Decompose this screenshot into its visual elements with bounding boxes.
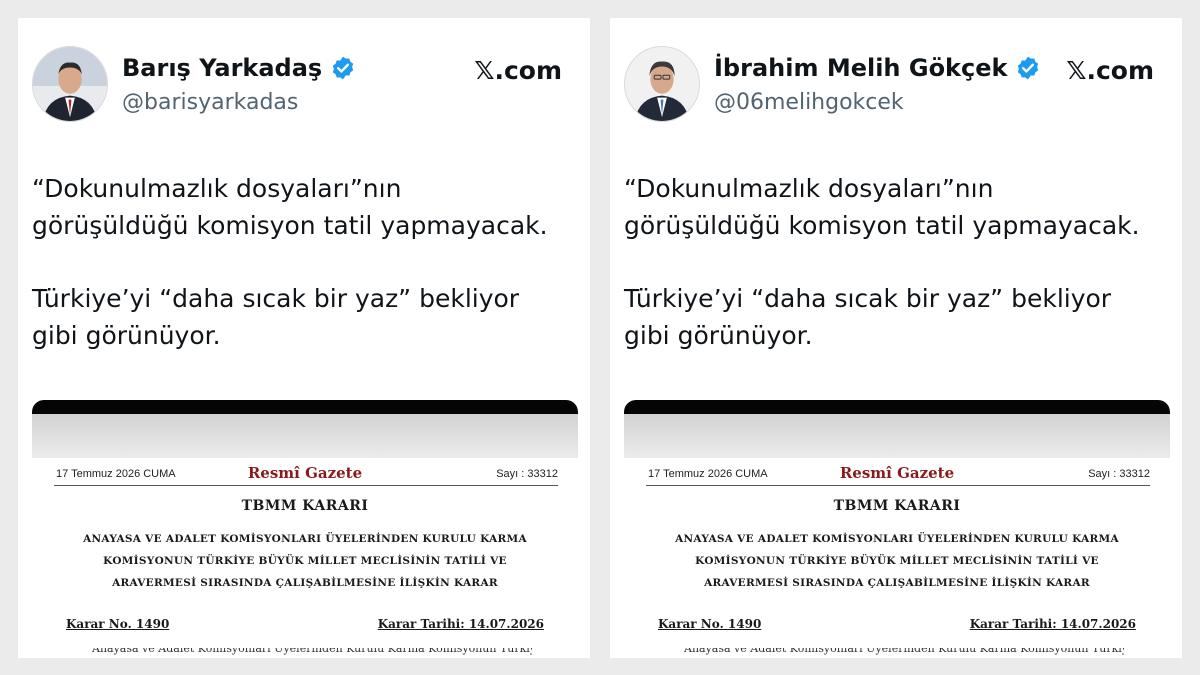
decision-date: Karar Tarihi: 14.07.2026 xyxy=(969,617,1136,631)
decision-body-cut: Anayasa ve Adalet Komisyonları Üyelerind… xyxy=(92,648,532,656)
avatar[interactable] xyxy=(32,46,108,122)
attached-gazette-image[interactable]: 17 Temmuz 2026 CUMA Resmî Gazete Sayı : … xyxy=(624,398,1170,658)
author-name[interactable]: İbrahim Melih Gökçek xyxy=(714,54,1007,82)
decision-subject-line: ARAVERMESİ SIRASINDA ÇALIŞABİLMESİNE İLİ… xyxy=(704,577,1090,589)
tweet-line: “Dokunulmazlık dosyaları”nın xyxy=(624,174,994,203)
avatar-photo xyxy=(33,47,107,121)
avatar-photo xyxy=(625,47,699,121)
tweet-text: “Dokunulmazlık dosyaları”nın görüşüldüğü… xyxy=(32,170,578,354)
decision-heading: TBMM KARARI xyxy=(241,498,369,514)
decision-body-cut: Anayasa ve Adalet Komisyonları Üyelerind… xyxy=(684,648,1124,656)
x-com-source-label: 𝕏.com xyxy=(1066,56,1154,85)
tweet-line: görüşüldüğü komisyon tatil yapmayacak. xyxy=(32,211,548,240)
gazette-rule xyxy=(646,485,1150,486)
image-top-bar xyxy=(624,400,1170,414)
tweet-card-right[interactable]: İbrahim Melih Gökçek @06melihgokcek 𝕏.co… xyxy=(610,18,1182,658)
gazette-page: 17 Temmuz 2026 CUMA Resmî Gazete Sayı : … xyxy=(624,458,1170,658)
avatar[interactable] xyxy=(624,46,700,122)
image-shade xyxy=(624,414,1170,458)
verified-badge-icon xyxy=(1015,55,1041,81)
tweet-line: Türkiye’yi “daha sıcak bir yaz” bekliyor xyxy=(32,284,520,313)
image-top-bar xyxy=(32,400,578,414)
tweet-card-left[interactable]: Barış Yarkadaş @barisyarkadas 𝕏.com “Dok… xyxy=(18,18,590,658)
gazette-rule xyxy=(54,485,558,486)
decision-number: Karar No. 1490 xyxy=(66,617,170,631)
tweet-line: “Dokunulmazlık dosyaları”nın xyxy=(32,174,402,203)
tweet-line: gibi görünüyor. xyxy=(624,321,813,350)
x-com-source-label: 𝕏.com xyxy=(474,56,562,85)
tweet-text: “Dokunulmazlık dosyaları”nın görüşüldüğü… xyxy=(624,170,1170,354)
attached-gazette-image[interactable]: 17 Temmuz 2026 CUMA Resmî Gazete Sayı : … xyxy=(32,398,578,658)
decision-subject: ANAYASA VE ADALET KOMİSYONLARI ÜYELERİND… xyxy=(644,528,1150,594)
decision-date: Karar Tarihi: 14.07.2026 xyxy=(377,617,544,631)
author-name-row[interactable]: Barış Yarkadaş xyxy=(122,54,356,82)
decision-subject-line: ANAYASA VE ADALET KOMİSYONLARI ÜYELERİND… xyxy=(83,533,527,545)
decision-number: Karar No. 1490 xyxy=(658,617,762,631)
decision-subject-line: KOMİSYONUN TÜRKİYE BÜYÜK MİLLET MECLİSİN… xyxy=(103,555,507,567)
author-name-row[interactable]: İbrahim Melih Gökçek xyxy=(714,54,1041,82)
decision-body-text: Anayasa ve Adalet Komisyonları Üyelerind… xyxy=(684,648,1124,655)
tweet-line: görüşüldüğü komisyon tatil yapmayacak. xyxy=(624,211,1140,240)
decision-subject-line: ARAVERMESİ SIRASINDA ÇALIŞABİLMESİNE İLİ… xyxy=(112,577,498,589)
gazette-issue: Sayı : 33312 xyxy=(1088,468,1150,480)
gazette-page: 17 Temmuz 2026 CUMA Resmî Gazete Sayı : … xyxy=(32,458,578,658)
tweet-line: gibi görünüyor. xyxy=(32,321,221,350)
verified-badge-icon xyxy=(330,55,356,81)
screenshot-collage: Barış Yarkadaş @barisyarkadas 𝕏.com “Dok… xyxy=(0,0,1200,675)
decision-subject-line: ANAYASA VE ADALET KOMİSYONLARI ÜYELERİND… xyxy=(675,533,1119,545)
decision-heading: TBMM KARARI xyxy=(833,498,961,514)
decision-subject-line: KOMİSYONUN TÜRKİYE BÜYÜK MİLLET MECLİSİN… xyxy=(695,555,1099,567)
image-shade xyxy=(32,414,578,458)
gazette-issue: Sayı : 33312 xyxy=(496,468,558,480)
decision-subject: ANAYASA VE ADALET KOMİSYONLARI ÜYELERİND… xyxy=(52,528,558,594)
author-handle[interactable]: @06melihgokcek xyxy=(714,90,904,115)
author-handle[interactable]: @barisyarkadas xyxy=(122,90,298,115)
decision-body-text: Anayasa ve Adalet Komisyonları Üyelerind… xyxy=(92,648,532,655)
author-name[interactable]: Barış Yarkadaş xyxy=(122,54,322,82)
tweet-line: Türkiye’yi “daha sıcak bir yaz” bekliyor xyxy=(624,284,1112,313)
